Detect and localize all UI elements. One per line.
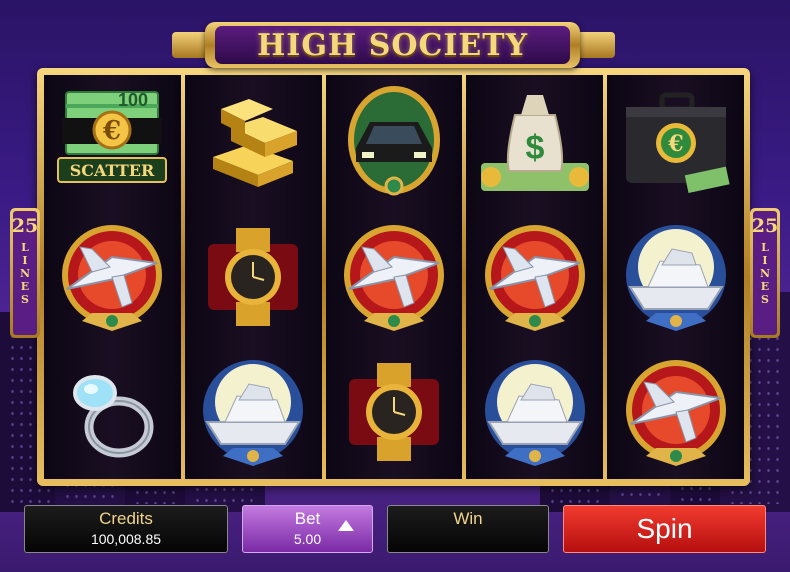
lines-count: 25 <box>11 215 39 237</box>
limousine-icon <box>347 86 440 196</box>
diamond-ring-icon <box>73 374 154 458</box>
reel-1: 100 € SCATTER <box>44 75 181 479</box>
symbol-yacht <box>607 210 744 345</box>
private-jet-icon <box>625 359 726 466</box>
spin-button[interactable]: Spin <box>563 505 766 553</box>
yacht-icon <box>484 359 585 466</box>
banknote-value: 100 <box>118 90 148 110</box>
bet-panel[interactable]: Bet 5.00 <box>242 505 373 553</box>
svg-text:$: $ <box>525 129 544 167</box>
symbol-private-jet <box>466 210 603 345</box>
symbol-private-jet <box>44 210 181 345</box>
scatter-cash-icon: 100 € SCATTER <box>57 90 168 184</box>
reel-grid: 100 € SCATTER $ € <box>44 75 744 479</box>
symbol-private-jet <box>326 210 463 345</box>
symbol-gold-watch <box>326 344 463 479</box>
money-bag-icon: $ <box>480 94 589 191</box>
lines-indicator-left: 25 LINES <box>10 208 40 338</box>
symbol-yacht <box>466 344 603 479</box>
private-jet-icon <box>343 225 444 331</box>
reel-4: $ <box>466 75 604 479</box>
symbol-money-briefcase: € <box>607 75 744 210</box>
lines-count: 25 <box>751 215 779 237</box>
symbol-money-bag: $ <box>466 75 603 210</box>
symbol-gold-bars <box>185 75 322 210</box>
symbol-yacht <box>185 344 322 479</box>
symbol-diamond-ring <box>44 344 181 479</box>
win-label: Win <box>453 509 483 528</box>
scatter-label: SCATTER <box>70 161 155 180</box>
bet-value: 5.00 <box>293 531 322 547</box>
reel-3 <box>325 75 463 479</box>
lines-indicator-right: 25 LINES <box>750 208 780 338</box>
private-jet-icon <box>62 225 163 331</box>
yacht-icon <box>203 359 304 466</box>
svg-text:€: € <box>667 131 683 157</box>
spin-label: Spin <box>636 513 693 544</box>
reel-5: € <box>607 75 744 479</box>
bet-increase-arrow-icon[interactable] <box>338 520 354 531</box>
win-panel: Win <box>387 505 549 553</box>
control-bar: Credits 100,008.85 Bet 5.00 Win Spin <box>0 497 790 572</box>
svg-text:€: € <box>102 116 121 146</box>
credits-label: Credits <box>99 509 153 528</box>
credits-panel: Credits 100,008.85 <box>24 505 228 553</box>
yacht-icon <box>625 225 726 331</box>
reel-2 <box>184 75 322 479</box>
symbol-private-jet <box>607 344 744 479</box>
symbol-limousine <box>326 75 463 210</box>
lines-label: LINES <box>759 241 771 306</box>
game-logo: HIGH SOCIETY <box>205 22 580 68</box>
private-jet-icon <box>484 225 585 331</box>
money-briefcase-icon: € <box>625 92 730 194</box>
game-title: HIGH SOCIETY <box>256 27 529 63</box>
lines-label: LINES <box>19 241 31 306</box>
gold-watch-icon <box>348 362 439 461</box>
gold-watch-icon <box>208 228 299 326</box>
title-wing-right-ornament <box>575 32 615 58</box>
symbol-gold-watch <box>185 210 322 345</box>
symbol-scatter-cash: 100 € SCATTER <box>44 75 181 210</box>
credits-value: 100,008.85 <box>90 531 162 547</box>
gold-bars-icon <box>213 99 298 188</box>
